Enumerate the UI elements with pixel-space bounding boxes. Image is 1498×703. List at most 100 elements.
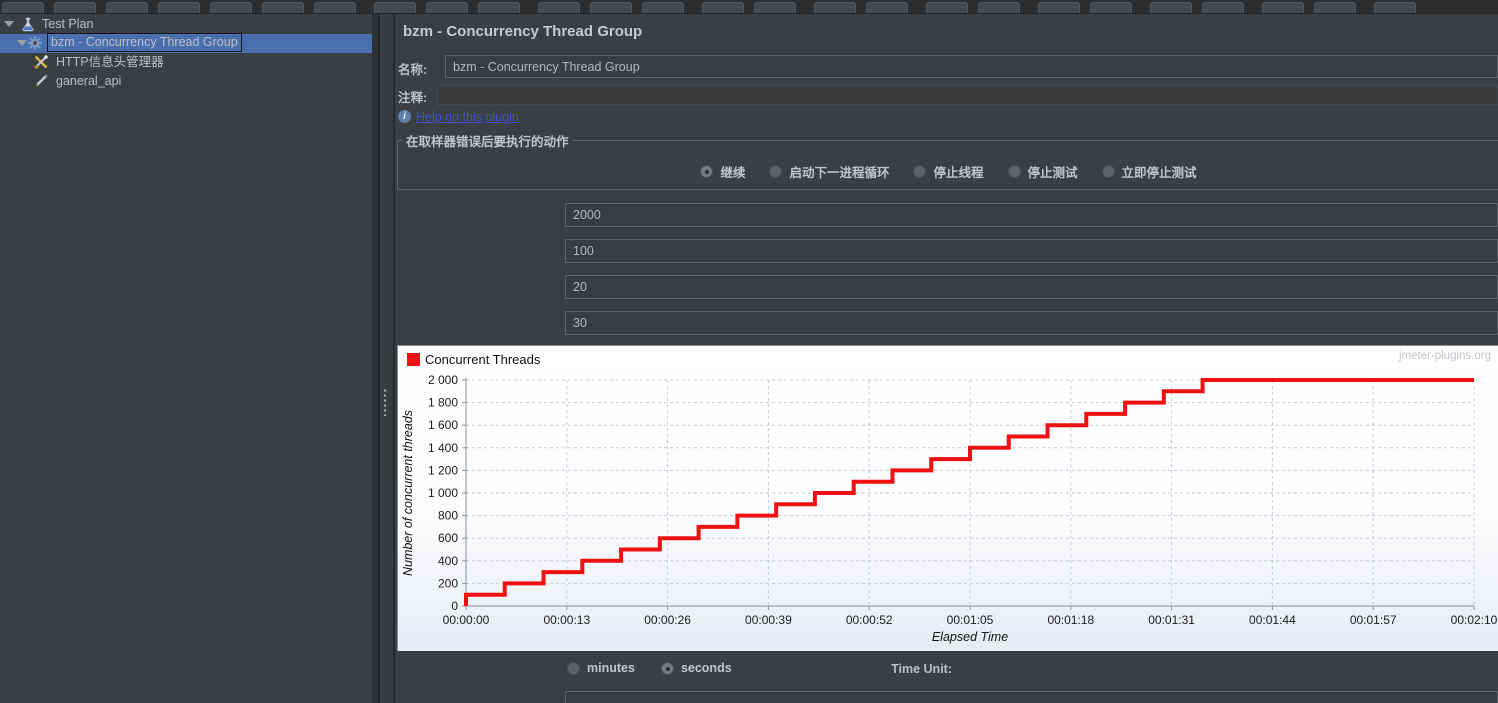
toolbar-button[interactable]	[210, 2, 252, 13]
tree-item-bzm-concurrency-thread-group[interactable]: bzm - Concurrency Thread Group	[0, 33, 372, 53]
toolbar-button[interactable]	[590, 2, 632, 13]
tree-item-label: ganeral_api	[56, 74, 122, 88]
radio-label: 继续	[720, 166, 746, 180]
toolbar-button[interactable]	[538, 2, 580, 13]
toolbar-button[interactable]	[1090, 2, 1132, 13]
tree-item-test-plan[interactable]: Test Plan	[0, 15, 372, 34]
svg-text:200: 200	[438, 576, 458, 590]
svg-text:800: 800	[438, 509, 458, 523]
toolbar-button[interactable]	[1038, 2, 1080, 13]
svg-text:jmeter-plugins.org: jmeter-plugins.org	[1398, 350, 1491, 362]
svg-text:Number of concurrent threads: Number of concurrent threads	[401, 410, 415, 576]
radio-icon[interactable]	[1007, 165, 1021, 178]
name-label: 名称:	[398, 63, 428, 77]
thread-iterations-row: Thread Iterations Limit:	[395, 691, 1498, 703]
comment-label: 注释:	[398, 91, 428, 105]
toolbar-button[interactable]	[2, 2, 44, 13]
toolbar-button[interactable]	[158, 2, 200, 13]
svg-text:1 600: 1 600	[428, 418, 458, 432]
radio-icon[interactable]	[567, 661, 580, 675]
toolbar-button[interactable]	[1314, 2, 1356, 13]
page-title: bzm - Concurrency Thread Group	[403, 23, 643, 40]
svg-text:00:00:52: 00:00:52	[846, 613, 893, 627]
svg-text:00:02:10: 00:02:10	[1451, 613, 1498, 627]
error-action-继续[interactable]: 继续	[700, 162, 745, 181]
svg-text:1 800: 1 800	[428, 396, 458, 410]
svg-text:00:01:57: 00:01:57	[1350, 613, 1397, 627]
svg-text:00:01:18: 00:01:18	[1047, 613, 1094, 627]
radio-label: seconds	[680, 661, 732, 675]
toolbar-button[interactable]	[54, 2, 96, 13]
expand-triangle-icon[interactable]	[17, 40, 27, 46]
toolbar-button[interactable]	[866, 2, 908, 13]
radio-label: 立即停止测试	[1121, 166, 1197, 180]
toolbar-button[interactable]	[702, 2, 744, 13]
svg-text:2 000: 2 000	[428, 373, 458, 387]
ramp-up-time-input[interactable]	[565, 239, 1498, 263]
radio-icon[interactable]	[660, 661, 674, 675]
toolbar-button[interactable]	[426, 2, 468, 13]
gear-icon	[27, 35, 43, 51]
toolbar-button[interactable]	[754, 2, 796, 13]
radio-icon[interactable]	[913, 165, 927, 178]
panel-splitter[interactable]	[372, 14, 395, 703]
svg-text:Concurrent Threads: Concurrent Threads	[425, 352, 541, 367]
pencil-icon	[33, 73, 49, 89]
help-row: i Help on this plugin	[398, 108, 519, 124]
toolbar-button[interactable]	[314, 2, 356, 13]
time-unit-minutes[interactable]: minutes	[567, 661, 635, 675]
svg-text:00:00:26: 00:00:26	[644, 613, 691, 627]
main-panel: bzm - Concurrency Thread Group 名称: 注释: i…	[395, 14, 1498, 703]
svg-text:1 200: 1 200	[428, 463, 458, 477]
toolbar-button[interactable]	[814, 2, 856, 13]
toolbar-button[interactable]	[1202, 2, 1244, 13]
svg-text:00:00:00: 00:00:00	[443, 613, 490, 627]
expand-triangle-icon[interactable]	[4, 21, 14, 27]
error-action-legend: 在取样器错误后要执行的动作	[406, 135, 569, 149]
help-link[interactable]: Help on this plugin	[416, 110, 519, 124]
error-action-停止线程[interactable]: 停止线程	[913, 162, 984, 181]
ramp-up-steps-row: Ramp-Up Steps Count:	[395, 275, 1498, 299]
toolbar-button[interactable]	[926, 2, 968, 13]
radio-icon[interactable]	[1101, 165, 1115, 178]
error-action-停止测试[interactable]: 停止测试	[1007, 162, 1078, 181]
comment-input[interactable]	[437, 85, 1498, 105]
toolbar-button[interactable]	[374, 2, 416, 13]
svg-text:00:00:39: 00:00:39	[745, 613, 792, 627]
test-plan-tree[interactable]: Test Plan bzm - Concurrency Thread Group H…	[0, 14, 372, 703]
name-row: 名称:	[395, 55, 1498, 78]
toolbar-button[interactable]	[1150, 2, 1192, 13]
radio-label: 停止线程	[933, 166, 984, 180]
toolbar-button[interactable]	[1262, 2, 1304, 13]
toolbar-button[interactable]	[978, 2, 1020, 13]
time-unit-seconds[interactable]: seconds	[660, 661, 732, 675]
ramp-up-steps-input[interactable]	[565, 275, 1498, 299]
radio-icon[interactable]	[769, 165, 783, 178]
svg-text:00:01:05: 00:01:05	[947, 613, 994, 627]
tree-item-ganeral-api[interactable]: ganeral_api	[0, 72, 372, 91]
toolbar-button[interactable]	[478, 2, 520, 13]
name-input[interactable]	[445, 55, 1498, 78]
radio-label: 启动下一进程循环	[789, 166, 890, 180]
error-action-立即停止测试[interactable]: 立即停止测试	[1101, 162, 1197, 181]
error-action-启动下一进程循环[interactable]: 启动下一进程循环	[769, 162, 889, 181]
target-concurrency-input[interactable]	[565, 203, 1498, 227]
svg-text:00:00:13: 00:00:13	[543, 613, 590, 627]
hold-target-rate-time-input[interactable]	[565, 311, 1498, 335]
radio-label: minutes	[587, 661, 635, 675]
ramp-up-time-row: Ramp Up Time (sec):	[395, 239, 1498, 263]
toolbar-button[interactable]	[1374, 2, 1416, 13]
thread-iterations-input[interactable]	[565, 691, 1498, 703]
concurrency-chart: 0 200 400 600 800 1 000 1 200 1 400 1 600 1 800 2 …	[397, 345, 1498, 651]
flask-icon	[20, 16, 36, 32]
splitter-grip-icon[interactable]	[383, 388, 387, 416]
toolbar-button[interactable]	[106, 2, 148, 13]
tree-item-label: HTTP信息头管理器	[56, 55, 164, 69]
radio-icon[interactable]	[700, 165, 714, 178]
svg-text:Elapsed Time: Elapsed Time	[932, 630, 1008, 644]
svg-text:1 400: 1 400	[428, 441, 458, 455]
toolbar-button[interactable]	[262, 2, 304, 13]
tree-item-label: bzm - Concurrency Thread Group	[47, 33, 242, 52]
tree-item-http-[interactable]: HTTP信息头管理器	[0, 53, 372, 72]
toolbar-button[interactable]	[642, 2, 684, 13]
